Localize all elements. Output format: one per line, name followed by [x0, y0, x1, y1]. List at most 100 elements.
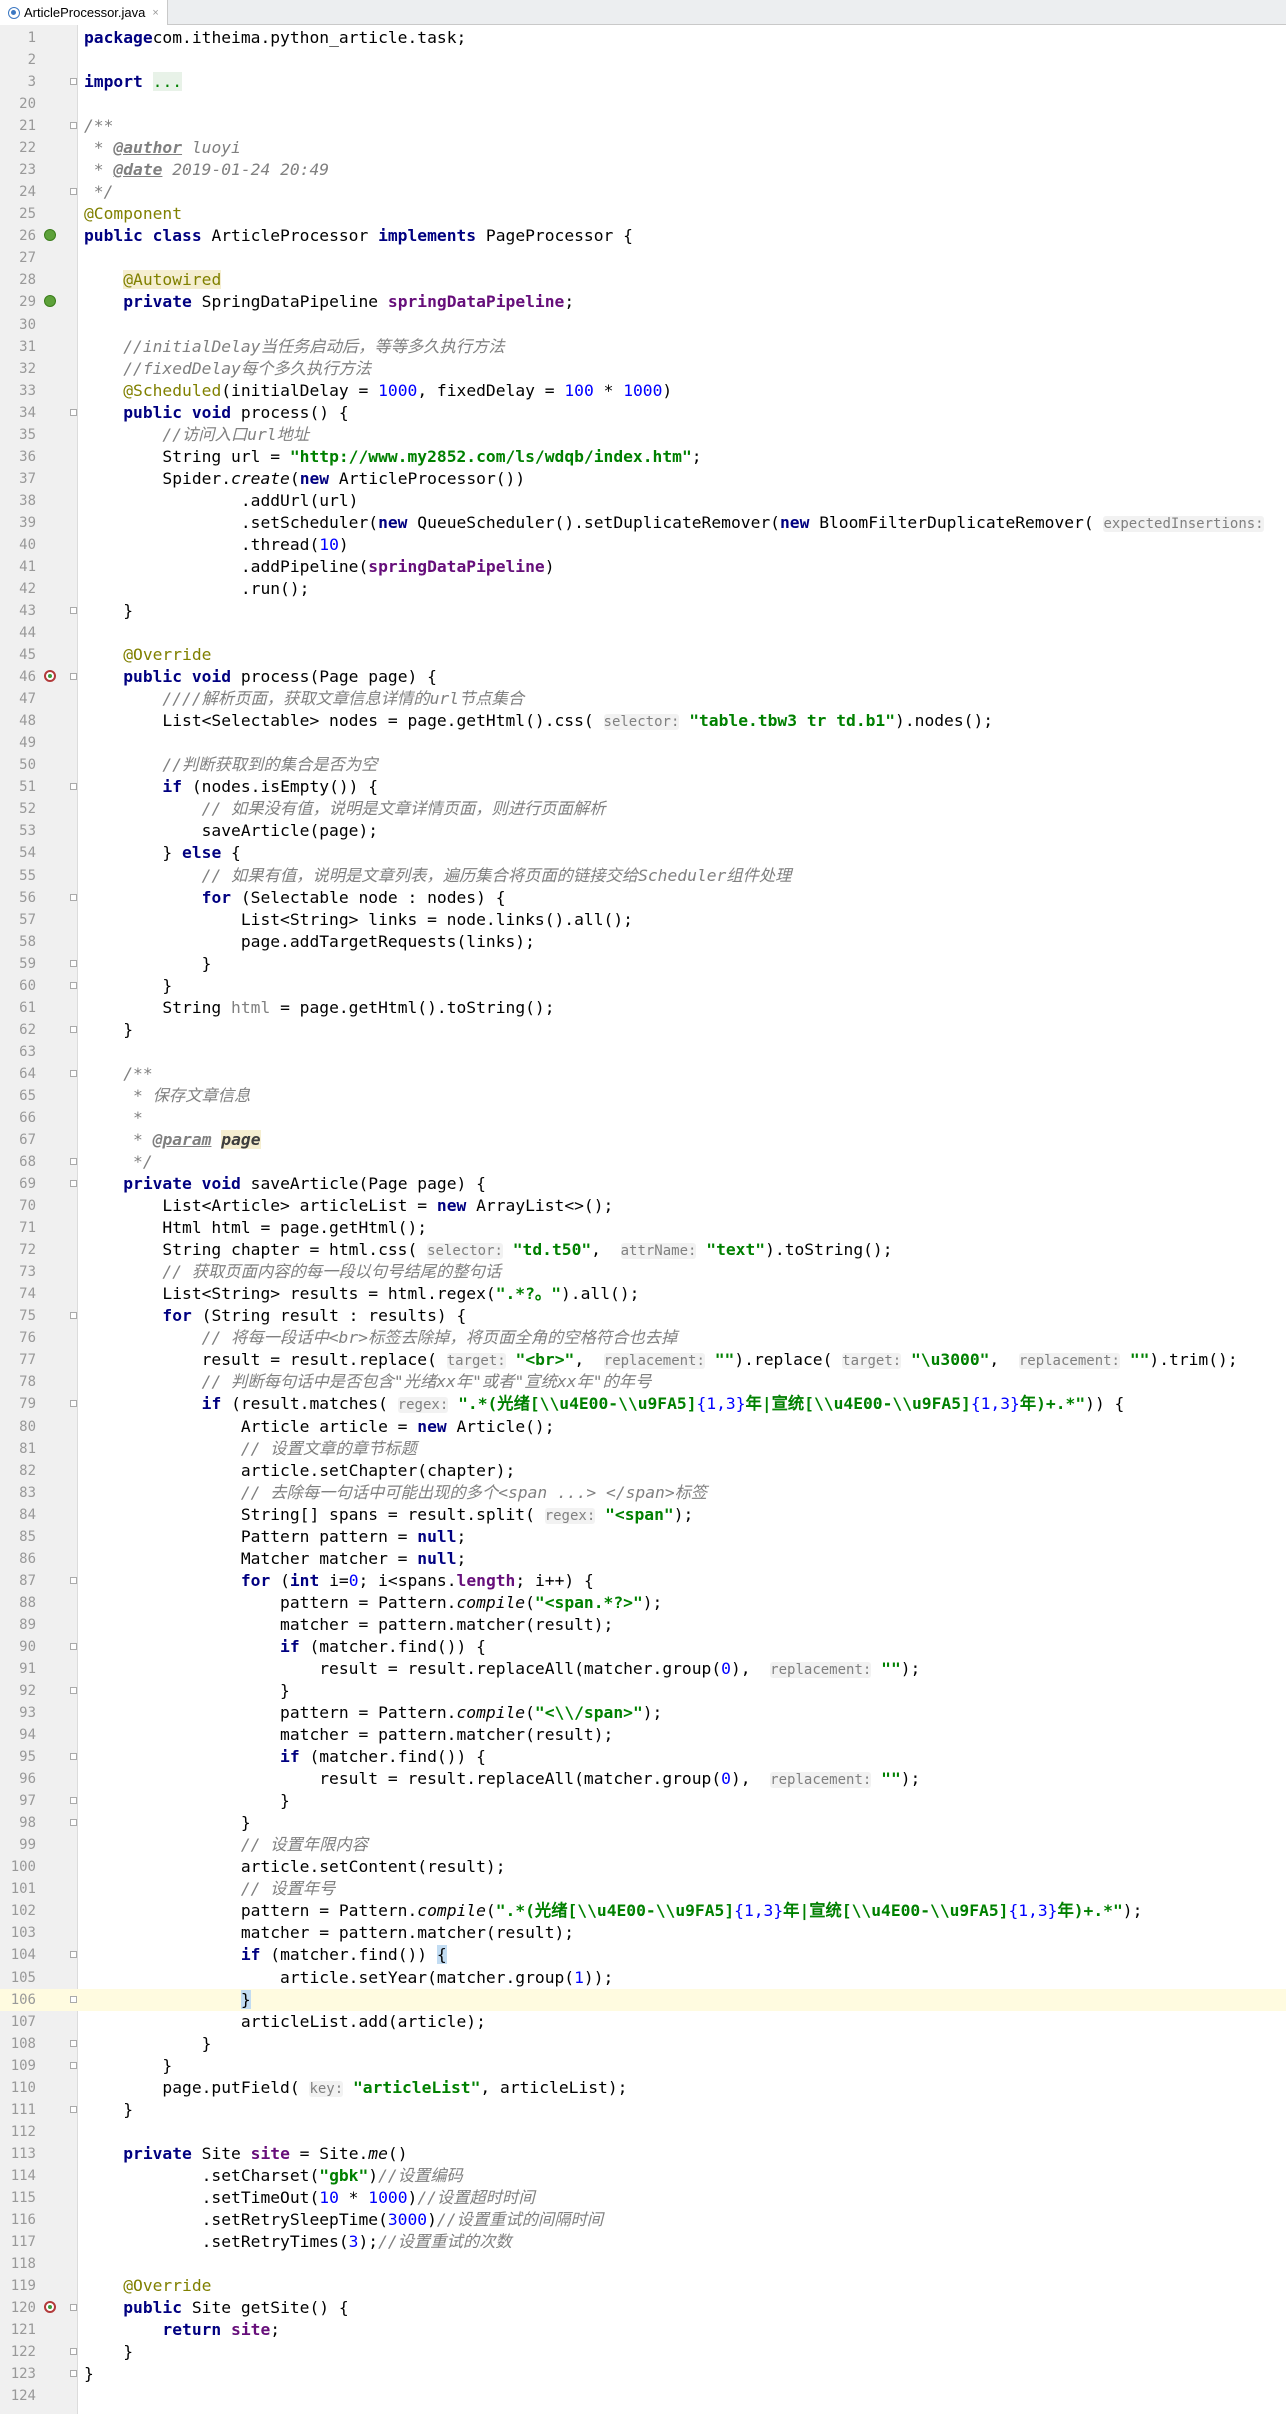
- tab-article-processor[interactable]: ArticleProcessor.java ×: [0, 0, 168, 25]
- fold-marker-icon[interactable]: [70, 1642, 77, 1650]
- code-line[interactable]: 3 import ...: [0, 71, 1286, 93]
- code-line[interactable]: 34 public void process() {: [0, 402, 1286, 424]
- code-line[interactable]: 84 String[] spans = result.split( regex:…: [0, 1504, 1286, 1526]
- fold-marker-icon[interactable]: [70, 2039, 77, 2047]
- code-line[interactable]: 81 // 设置文章的章节标题: [0, 1438, 1286, 1460]
- code-line[interactable]: 86 Matcher matcher = null;: [0, 1548, 1286, 1570]
- fold-marker-icon[interactable]: [70, 1819, 77, 1827]
- code-line[interactable]: 54 } else {: [0, 842, 1286, 864]
- fold-marker-icon[interactable]: [70, 1400, 77, 1408]
- code-line[interactable]: 94 matcher = pattern.matcher(result);: [0, 1724, 1286, 1746]
- fold-marker-icon[interactable]: [70, 1797, 77, 1805]
- code-line[interactable]: 113 private Site site = Site.me(): [0, 2143, 1286, 2165]
- fold-marker-icon[interactable]: [70, 2105, 77, 2113]
- code-line[interactable]: 110 page.putField( key: "articleList", a…: [0, 2077, 1286, 2099]
- fold-marker-icon[interactable]: [70, 893, 77, 901]
- code-line[interactable]: 35 //访问入口url地址: [0, 424, 1286, 446]
- code-line[interactable]: 78 // 判断每句话中是否包含"光绪xx年"或者"宣统xx年"的年号: [0, 1371, 1286, 1393]
- code-line[interactable]: 96 result = result.replaceAll(matcher.gr…: [0, 1768, 1286, 1790]
- override-method-icon[interactable]: [44, 670, 56, 683]
- code-line[interactable]: 69 private void saveArticle(Page page) {: [0, 1173, 1286, 1195]
- code-line[interactable]: 39 .setScheduler(new QueueScheduler().se…: [0, 512, 1286, 534]
- code-line[interactable]: 25 @Component: [0, 203, 1286, 225]
- code-line[interactable]: 56 for (Selectable node : nodes) {: [0, 887, 1286, 909]
- code-line[interactable]: 58 page.addTargetRequests(links);: [0, 931, 1286, 953]
- code-line[interactable]: 115 .setTimeOut(10 * 1000)//设置超时时间: [0, 2187, 1286, 2209]
- code-line[interactable]: 30: [0, 314, 1286, 336]
- code-line[interactable]: 29 private SpringDataPipeline springData…: [0, 291, 1286, 313]
- code-line[interactable]: 121 return site;: [0, 2319, 1286, 2341]
- fold-marker-icon[interactable]: [70, 78, 77, 86]
- fold-marker-icon[interactable]: [70, 1069, 77, 1077]
- code-line[interactable]: 99 // 设置年限内容: [0, 1834, 1286, 1856]
- fold-marker-icon[interactable]: [70, 1576, 77, 1584]
- code-line[interactable]: 66 *: [0, 1107, 1286, 1129]
- code-line[interactable]: 26 public class ArticleProcessor implemen…: [0, 225, 1286, 247]
- code-line[interactable]: 72 String chapter = html.css( selector: …: [0, 1239, 1286, 1261]
- override-method-icon[interactable]: [44, 2301, 56, 2314]
- code-line[interactable]: 107 articleList.add(article);: [0, 2011, 1286, 2033]
- fold-marker-icon[interactable]: [70, 1687, 77, 1694]
- code-line[interactable]: 28 @Autowired: [0, 269, 1286, 291]
- spring-bean-icon[interactable]: [44, 229, 56, 242]
- code-line[interactable]: 48 List<Selectable> nodes = page.getHtml…: [0, 710, 1286, 732]
- code-line[interactable]: 88 pattern = Pattern.compile("<span.*?>"…: [0, 1592, 1286, 1614]
- fold-marker-icon[interactable]: [70, 783, 77, 791]
- code-line[interactable]: 24 */: [0, 181, 1286, 203]
- code-line[interactable]: 59 }: [0, 953, 1286, 975]
- fold-marker-icon[interactable]: [70, 1753, 77, 1761]
- code-line[interactable]: 76 // 将每一段话中<br>标签去除掉，将页面全角的空格符合也去掉: [0, 1327, 1286, 1349]
- code-line[interactable]: 103 matcher = pattern.matcher(result);: [0, 1922, 1286, 1944]
- code-line[interactable]: 124: [0, 2385, 1286, 2407]
- code-line[interactable]: 73 // 获取页面内容的每一段以句号结尾的整句话: [0, 1261, 1286, 1283]
- code-line[interactable]: 80 Article article = new Article();: [0, 1416, 1286, 1438]
- code-line[interactable]: 75 for (String result : results) {: [0, 1305, 1286, 1327]
- code-line[interactable]: 1 packagecom.itheima.python_article.task;: [0, 27, 1286, 49]
- code-line[interactable]: 112: [0, 2121, 1286, 2143]
- code-line[interactable]: 43 }: [0, 600, 1286, 622]
- code-line[interactable]: 117 .setRetryTimes(3);//设置重试的次数: [0, 2231, 1286, 2253]
- code-line[interactable]: 27: [0, 247, 1286, 269]
- fold-marker-icon[interactable]: [70, 607, 77, 615]
- code-line[interactable]: 90 if (matcher.find()) {: [0, 1636, 1286, 1658]
- code-line[interactable]: 104 if (matcher.find()) {: [0, 1944, 1286, 1966]
- code-line[interactable]: 119 @Override: [0, 2275, 1286, 2297]
- code-line[interactable]: 65 * 保存文章信息: [0, 1085, 1286, 1107]
- code-line[interactable]: 102 pattern = Pattern.compile(".*(光绪[\\u…: [0, 1900, 1286, 1922]
- fold-marker-icon[interactable]: [70, 1951, 77, 1959]
- code-line[interactable]: 101 // 设置年号: [0, 1878, 1286, 1900]
- code-line[interactable]: 23 * @date 2019-01-24 20:49: [0, 159, 1286, 181]
- fold-marker-icon[interactable]: [70, 1180, 77, 1188]
- fold-marker-icon[interactable]: [70, 2304, 77, 2312]
- code-line[interactable]: 85 Pattern pattern = null;: [0, 1526, 1286, 1548]
- fold-marker-icon[interactable]: [70, 188, 77, 196]
- code-line[interactable]: 37 Spider.create(new ArticleProcessor()): [0, 468, 1286, 490]
- fold-marker-icon[interactable]: [70, 2061, 77, 2069]
- code-line[interactable]: 70 List<Article> articleList = new Array…: [0, 1195, 1286, 1217]
- code-line[interactable]: 87 for (int i=0; i<spans.length; i++) {: [0, 1570, 1286, 1592]
- code-line[interactable]: 93 pattern = Pattern.compile("<\\/span>"…: [0, 1702, 1286, 1724]
- code-line[interactable]: 111 }: [0, 2099, 1286, 2121]
- code-line[interactable]: 116 .setRetrySleepTime(3000)//设置重试的间隔时间: [0, 2209, 1286, 2231]
- code-line[interactable]: 109 }: [0, 2055, 1286, 2077]
- code-line[interactable]: 33 @Scheduled(initialDelay = 1000, fixed…: [0, 380, 1286, 402]
- code-line[interactable]: 61 String html = page.getHtml().toString…: [0, 997, 1286, 1019]
- fold-marker-icon[interactable]: [70, 1158, 77, 1166]
- fold-marker-icon[interactable]: [70, 1995, 77, 2003]
- code-line[interactable]: 36 String url = "http://www.my2852.com/l…: [0, 446, 1286, 468]
- code-line[interactable]: 67 * @param page: [0, 1129, 1286, 1151]
- fold-marker-icon[interactable]: [70, 673, 77, 681]
- code-line[interactable]: 51 if (nodes.isEmpty()) {: [0, 776, 1286, 798]
- code-line[interactable]: 83 // 去除每一句话中可能出现的多个<span ...> </span>标签: [0, 1482, 1286, 1504]
- code-line[interactable]: 32 //fixedDelay每个多久执行方法: [0, 358, 1286, 380]
- code-line[interactable]: 52 // 如果没有值，说明是文章详情页面，则进行页面解析: [0, 798, 1286, 820]
- code-line[interactable]: 105 article.setYear(matcher.group(1));: [0, 1967, 1286, 1989]
- fold-marker-icon[interactable]: [70, 122, 77, 130]
- code-line[interactable]: 122 }: [0, 2341, 1286, 2363]
- code-line[interactable]: 63: [0, 1041, 1286, 1063]
- code-line[interactable]: 50 //判断获取到的集合是否为空: [0, 754, 1286, 776]
- code-line[interactable]: 44: [0, 622, 1286, 644]
- fold-marker-icon[interactable]: [70, 2370, 77, 2378]
- code-line[interactable]: 89 matcher = pattern.matcher(result);: [0, 1614, 1286, 1636]
- code-line[interactable]: 95 if (matcher.find()) {: [0, 1746, 1286, 1768]
